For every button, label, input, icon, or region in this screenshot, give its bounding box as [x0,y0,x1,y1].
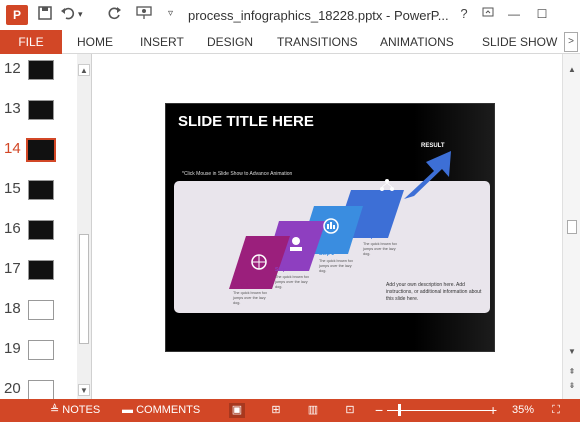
thumbnail-number: 18 [4,300,21,317]
help-button[interactable]: ? [452,4,476,24]
step-4-text[interactable]: The quick brown fox jumps over the lazy … [363,242,403,257]
ribbon-scroll-right[interactable]: > [564,32,578,52]
step-1-text[interactable]: The quick brown fox jumps over the lazy … [233,291,273,306]
result-arrow [404,151,451,199]
slide-editing-canvas: SLIDE TITLE HERE RESULT *Click Mouse in … [92,54,562,399]
scrollbar-thumb[interactable] [79,234,89,344]
slide-description[interactable]: Add your own description here. Add instr… [386,282,486,303]
zoom-in-button[interactable]: + [489,399,497,422]
stamp-icon [292,237,300,245]
scrollbar-thumb[interactable] [567,220,577,234]
customize-quick-access-icon[interactable]: ▿ [168,8,173,19]
step-1-label[interactable]: Step 1 [233,283,248,289]
thumbnail-image [28,260,54,280]
step-3-text[interactable]: The quick brown fox jumps over the lazy … [319,259,359,274]
thumbnail-number: 15 [4,180,21,197]
thumbnail-slide-15[interactable]: 15 [0,178,76,218]
step-4-label[interactable]: Step 1 [363,234,378,240]
notes-label: NOTES [62,404,101,416]
redo-icon[interactable] [108,6,122,23]
tab-slide-show[interactable]: SLIDE SHOW [482,30,557,54]
thumbnail-number: 14 [4,140,21,157]
tab-file[interactable]: FILE [0,30,62,54]
ribbon-tabs: FILE HOME INSERT DESIGN TRANSITIONS ANIM… [0,30,580,54]
title-bar: P ▾ ▿ process_infographics_18228.pptx - … [0,0,580,30]
zoom-slider-track[interactable] [387,410,491,411]
thumbnail-image [28,180,54,200]
thumbnail-number: 19 [4,340,21,357]
tab-home[interactable]: HOME [77,30,113,54]
zoom-level[interactable]: 35% [512,399,534,422]
fit-slide-icon[interactable]: ⛶ [548,403,564,418]
thumbnail-slide-17[interactable]: 17 [0,258,76,298]
scroll-up-icon[interactable]: ▲ [78,64,90,76]
step-2-label[interactable]: Step 1 [275,267,290,273]
tab-insert[interactable]: INSERT [140,30,184,54]
status-bar: ≜ NOTES ▬ COMMENTS ▣ ⊞ ▥ ⊡ − + 35% ⛶ [0,399,580,422]
maximize-button[interactable]: ☐ [530,4,554,24]
thumbnail-image-selected [26,138,56,162]
thumbnail-slide-14[interactable]: 14 [0,138,76,178]
thumbnail-image [28,380,54,399]
ribbon-display-options-icon[interactable] [476,4,500,24]
comments-label: COMMENTS [136,404,201,416]
undo-dropdown-icon[interactable]: ▾ [78,9,83,20]
thumbnail-image [28,300,54,320]
notes-icon: ≜ [50,404,63,416]
comments-button[interactable]: ▬ COMMENTS [122,399,200,422]
next-slide-icon[interactable]: ⇟ [566,380,578,392]
previous-slide-icon[interactable]: ⇞ [566,366,578,378]
thumbnail-number: 13 [4,100,21,117]
scroll-down-icon[interactable]: ▼ [566,346,578,358]
thumbnail-number: 16 [4,220,21,237]
undo-icon[interactable] [60,6,76,23]
thumbnail-slide-20[interactable]: 20 [0,378,76,399]
tab-transitions[interactable]: TRANSITIONS [277,30,358,54]
current-slide[interactable]: SLIDE TITLE HERE RESULT *Click Mouse in … [165,103,495,352]
minimize-button[interactable]: — [502,4,526,24]
thumbnail-slide-18[interactable]: 18 [0,298,76,338]
tab-animations[interactable]: ANIMATIONS [380,30,454,54]
present-from-start-icon[interactable] [136,6,152,23]
thumbnail-image [28,220,54,240]
slide-sorter-icon[interactable]: ⊞ [268,403,284,418]
thumbnail-number: 12 [4,60,21,77]
scroll-down-icon[interactable]: ▼ [78,384,90,396]
thumbnail-image [28,100,54,120]
save-icon[interactable] [38,6,52,23]
thumbnail-slide-13[interactable]: 13 [0,98,76,138]
window-title: process_infographics_18228.pptx - PowerP… [188,8,449,23]
thumbnail-slide-16[interactable]: 16 [0,218,76,258]
thumbnail-number: 20 [4,380,21,397]
zoom-out-button[interactable]: − [375,399,383,422]
slideshow-icon[interactable]: ⊡ [342,403,358,418]
scroll-up-icon[interactable]: ▲ [566,64,578,76]
comment-icon: ▬ [122,404,137,416]
step-3-label[interactable]: Step 1 [319,251,334,257]
thumbnail-slide-12[interactable]: 12 [0,58,76,98]
thumbnail-slide-19[interactable]: 19 [0,338,76,378]
canvas-scrollbar[interactable]: ▲ ▼ ⇞ ⇟ [562,54,580,399]
process-infographic[interactable] [166,104,495,352]
network-icon [385,179,389,183]
thumbnail-number: 17 [4,260,21,277]
reading-view-icon[interactable]: ▥ [305,403,321,418]
powerpoint-logo: P [6,5,28,25]
tab-design[interactable]: DESIGN [207,30,253,54]
slide-thumbnails-pane: 12 13 14 15 16 17 18 19 20 ▲ ▼ [0,54,92,399]
thumbnails-scrollbar[interactable]: ▲ ▼ [77,54,91,399]
notes-button[interactable]: ≜ NOTES [50,399,100,422]
zoom-slider-knob[interactable] [398,404,401,416]
thumbnail-image [28,340,54,360]
step-2-text[interactable]: The quick brown fox jumps over the lazy … [275,275,315,290]
thumbnail-image [28,60,54,80]
normal-view-icon[interactable]: ▣ [229,403,245,418]
